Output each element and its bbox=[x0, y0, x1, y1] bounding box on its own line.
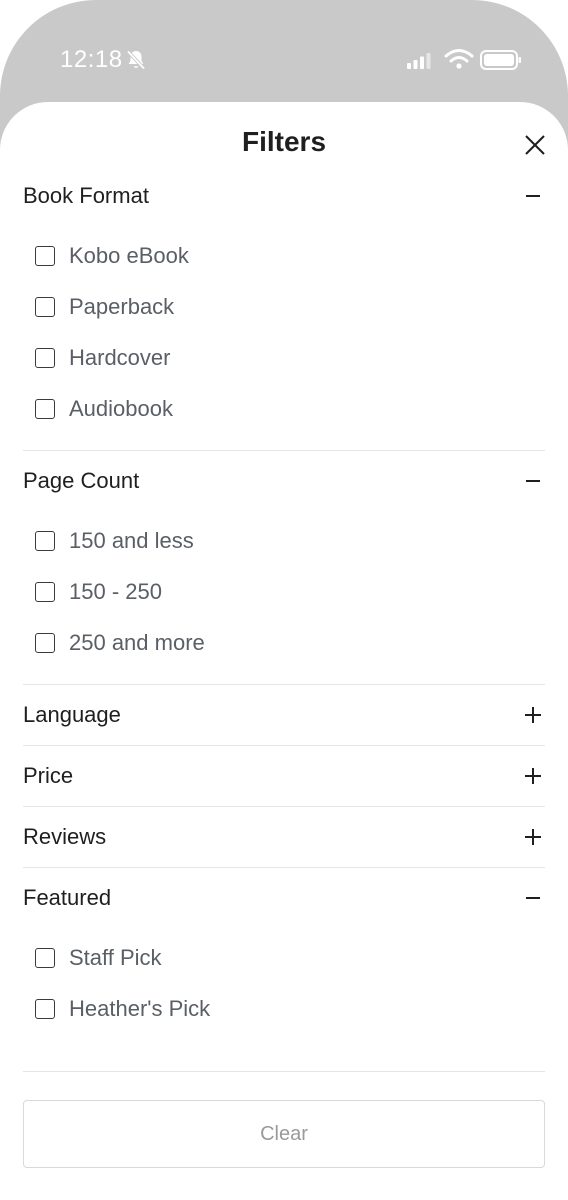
battery-icon bbox=[480, 50, 521, 70]
options-page-count: 150 and less 150 - 250 250 and more bbox=[23, 511, 545, 684]
section-featured: Featured Staff Pick Heather's Pick bbox=[23, 868, 545, 1050]
plus-icon bbox=[525, 707, 541, 723]
filters-sheet: Filters Book Format Kobo eBook Paperback… bbox=[0, 102, 568, 1200]
option-label: 250 and more bbox=[69, 629, 205, 655]
option-kobo-ebook[interactable]: Kobo eBook bbox=[23, 230, 545, 281]
option-label: 150 and less bbox=[69, 527, 194, 553]
close-button[interactable] bbox=[520, 130, 550, 160]
option-label: Hardcover bbox=[69, 344, 171, 370]
checkbox[interactable] bbox=[35, 245, 55, 266]
option-paperback[interactable]: Paperback bbox=[23, 281, 545, 332]
checkbox[interactable] bbox=[35, 530, 55, 551]
checkbox[interactable] bbox=[35, 398, 55, 419]
section-title: Featured bbox=[23, 885, 112, 910]
page-title: Filters bbox=[241, 126, 327, 157]
section-page-count: Page Count 150 and less 150 - 250 250 an… bbox=[23, 451, 545, 685]
sheet-footer: Clear bbox=[23, 1100, 545, 1168]
checkbox[interactable] bbox=[35, 347, 55, 368]
minus-icon bbox=[526, 480, 540, 482]
option-label: 150 - 250 bbox=[69, 578, 162, 604]
status-bar: 12:18 bbox=[0, 0, 568, 102]
option-label: Audiobook bbox=[69, 395, 173, 421]
section-title: Book Format bbox=[23, 183, 149, 208]
section-title: Reviews bbox=[23, 824, 107, 849]
option-label: Paperback bbox=[69, 293, 175, 319]
section-language: Language bbox=[23, 685, 545, 746]
option-hardcover[interactable]: Hardcover bbox=[23, 332, 545, 383]
section-title: Language bbox=[23, 702, 121, 727]
section-title: Price bbox=[23, 763, 74, 788]
section-header-language[interactable]: Language bbox=[23, 685, 545, 745]
option-audiobook[interactable]: Audiobook bbox=[23, 383, 545, 434]
option-heathers-pick[interactable]: Heather's Pick bbox=[23, 983, 545, 1034]
section-header-featured[interactable]: Featured bbox=[23, 868, 545, 928]
option-label: Kobo eBook bbox=[69, 242, 189, 268]
checkbox[interactable] bbox=[35, 947, 55, 968]
options-book-format: Kobo eBook Paperback Hardcover Audiobook bbox=[23, 226, 545, 450]
options-featured: Staff Pick Heather's Pick bbox=[23, 928, 545, 1050]
section-header-reviews[interactable]: Reviews bbox=[23, 807, 545, 867]
checkbox[interactable] bbox=[35, 296, 55, 317]
section-price: Price bbox=[23, 746, 545, 807]
option-150-250[interactable]: 150 - 250 bbox=[23, 566, 545, 617]
status-time: 12:18 bbox=[60, 46, 123, 73]
clear-button[interactable]: Clear bbox=[23, 1100, 545, 1168]
signal-icon bbox=[407, 53, 431, 69]
option-150-and-less[interactable]: 150 and less bbox=[23, 515, 545, 566]
minus-icon bbox=[526, 897, 540, 899]
wifi-icon bbox=[444, 49, 474, 69]
option-label: Heather's Pick bbox=[69, 995, 211, 1021]
checkbox[interactable] bbox=[35, 581, 55, 602]
option-staff-pick[interactable]: Staff Pick bbox=[23, 932, 545, 983]
checkbox[interactable] bbox=[35, 632, 55, 653]
bell-slash-icon bbox=[126, 50, 146, 70]
plus-icon bbox=[525, 768, 541, 784]
section-book-format: Book Format Kobo eBook Paperback Hardcov… bbox=[23, 166, 545, 451]
option-250-and-more[interactable]: 250 and more bbox=[23, 617, 545, 668]
minus-icon bbox=[526, 195, 540, 197]
section-reviews: Reviews bbox=[23, 807, 545, 868]
device-frame: 12:18 Filters Book Format Kobo eBook Pap… bbox=[0, 0, 568, 1200]
checkbox[interactable] bbox=[35, 998, 55, 1019]
filters-list: Book Format Kobo eBook Paperback Hardcov… bbox=[23, 166, 545, 1072]
section-header-page-count[interactable]: Page Count bbox=[23, 451, 545, 511]
section-header-price[interactable]: Price bbox=[23, 746, 545, 806]
option-label: Staff Pick bbox=[69, 944, 162, 970]
section-title: Page Count bbox=[23, 468, 140, 493]
plus-icon bbox=[525, 829, 541, 845]
list-bottom-divider bbox=[23, 1071, 545, 1072]
close-icon bbox=[525, 135, 545, 155]
section-header-book-format[interactable]: Book Format bbox=[23, 166, 545, 226]
